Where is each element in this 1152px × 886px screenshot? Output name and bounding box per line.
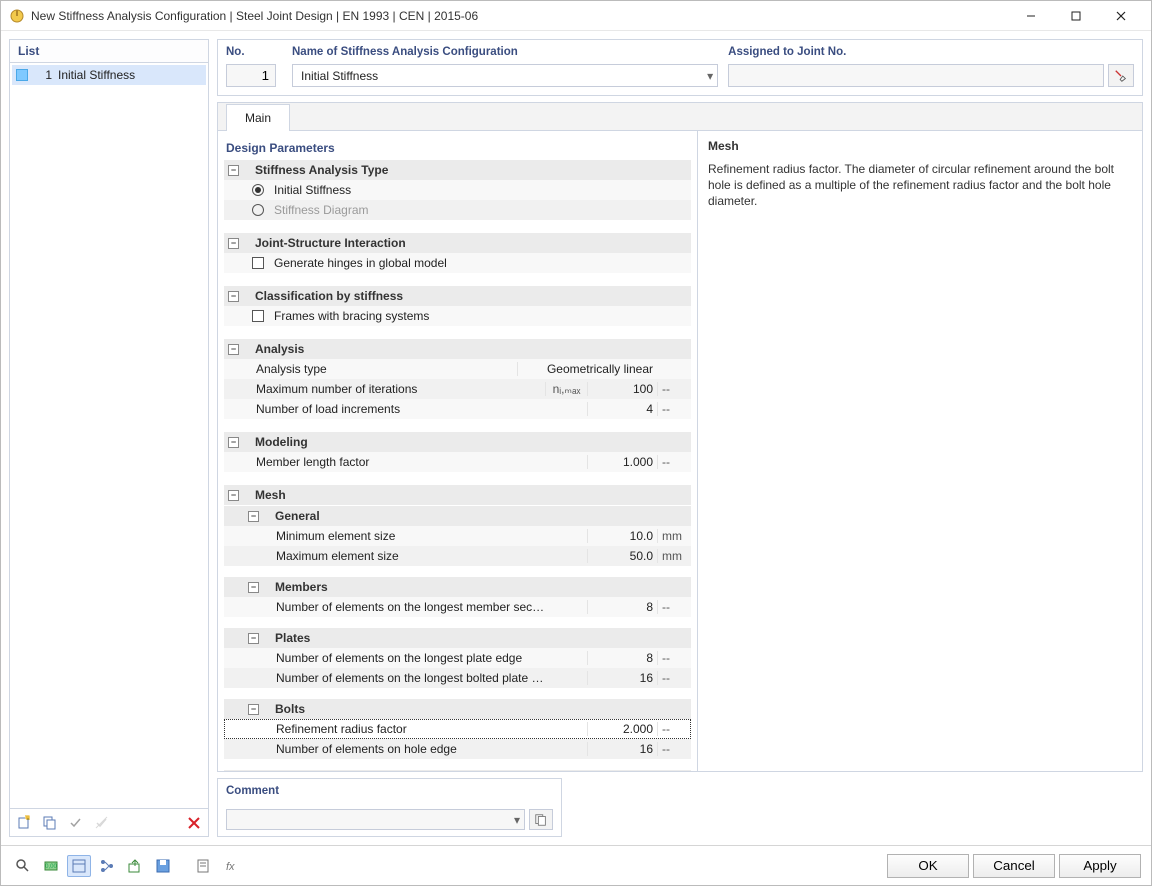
option-stiffness-diagram[interactable]: Stiffness Diagram bbox=[224, 200, 691, 220]
help-heading: Mesh bbox=[708, 139, 1132, 153]
param-bolted-plate-edge-elements[interactable]: Number of elements on the longest bolted… bbox=[224, 668, 691, 688]
subgroup-general[interactable]: −General bbox=[224, 506, 691, 526]
list-item-icon bbox=[16, 69, 28, 81]
subgroup-plates[interactable]: −Plates bbox=[224, 628, 691, 648]
group-analysis[interactable]: −Analysis bbox=[224, 339, 691, 359]
apply-button[interactable]: Apply bbox=[1059, 854, 1141, 878]
collapse-icon: − bbox=[228, 437, 239, 448]
header-fields: No. Name of Stiffness Analysis Configura… bbox=[217, 39, 1143, 96]
list-heading: List bbox=[10, 40, 208, 63]
window-title: New Stiffness Analysis Configuration | S… bbox=[31, 9, 1008, 23]
param-analysis-type[interactable]: Analysis typeGeometrically linear bbox=[224, 359, 691, 379]
app-icon bbox=[9, 8, 25, 24]
subgroup-welds[interactable]: −Welds bbox=[224, 770, 691, 771]
assign-field[interactable] bbox=[728, 64, 1104, 87]
radio-icon bbox=[252, 204, 264, 216]
find-button[interactable] bbox=[11, 855, 35, 877]
tab-main[interactable]: Main bbox=[226, 104, 290, 131]
list-item-label: Initial Stiffness bbox=[58, 68, 135, 82]
list-toolbar bbox=[10, 808, 208, 836]
param-load-increments[interactable]: Number of load increments4-- bbox=[224, 399, 691, 419]
param-member-length-factor[interactable]: Member length factor1.000-- bbox=[224, 452, 691, 472]
option-initial-stiffness[interactable]: Initial Stiffness bbox=[224, 180, 691, 200]
report-button[interactable] bbox=[191, 855, 215, 877]
option-generate-hinges[interactable]: Generate hinges in global model bbox=[224, 253, 691, 273]
collapse-icon: − bbox=[228, 344, 239, 355]
help-text: Refinement radius factor. The diameter o… bbox=[708, 161, 1132, 210]
no-label: No. bbox=[226, 46, 282, 58]
comment-combo[interactable]: ▾ bbox=[226, 809, 525, 830]
subgroup-members[interactable]: −Members bbox=[224, 577, 691, 597]
new-item-button[interactable] bbox=[12, 812, 36, 834]
param-hole-edge-elements[interactable]: Number of elements on hole edge16-- bbox=[224, 739, 691, 759]
export-button[interactable] bbox=[123, 855, 147, 877]
collapse-icon: − bbox=[228, 490, 239, 501]
name-combo[interactable]: Initial Stiffness ▾ bbox=[292, 64, 718, 87]
group-mesh[interactable]: −Mesh bbox=[224, 485, 691, 505]
close-button[interactable] bbox=[1098, 1, 1143, 30]
param-plate-edge-elements[interactable]: Number of elements on the longest plate … bbox=[224, 648, 691, 668]
parameter-grid[interactable]: Design Parameters −Stiffness Analysis Ty… bbox=[218, 131, 698, 771]
svg-text:0,00: 0,00 bbox=[45, 864, 57, 870]
collapse-icon: − bbox=[248, 582, 259, 593]
checkbox-icon bbox=[252, 257, 264, 269]
param-refinement-radius-factor[interactable]: Refinement radius factor2.000-- bbox=[224, 719, 691, 739]
collapse-icon: − bbox=[228, 238, 239, 249]
units-button[interactable]: 0,00 bbox=[39, 855, 63, 877]
group-joint-structure[interactable]: −Joint-Structure Interaction bbox=[224, 233, 691, 253]
group-stiffness-type[interactable]: −Stiffness Analysis Type bbox=[224, 160, 691, 180]
name-label: Name of Stiffness Analysis Configuration bbox=[292, 46, 718, 58]
assign-label: Assigned to Joint No. bbox=[728, 46, 1134, 58]
collapse-icon: − bbox=[248, 704, 259, 715]
checkbox-icon bbox=[252, 310, 264, 322]
view-button[interactable] bbox=[67, 855, 91, 877]
collapse-icon: − bbox=[248, 511, 259, 522]
name-value: Initial Stiffness bbox=[301, 69, 378, 83]
check-item-button[interactable] bbox=[64, 812, 88, 834]
param-member-elements[interactable]: Number of elements on the longest member… bbox=[224, 597, 691, 617]
list-item-number: 1 bbox=[34, 68, 52, 82]
delete-item-button[interactable] bbox=[182, 812, 206, 834]
collapse-icon: − bbox=[228, 165, 239, 176]
script-button[interactable]: fx bbox=[219, 855, 243, 877]
comment-label: Comment bbox=[226, 785, 553, 797]
tab-bar: Main bbox=[217, 102, 1143, 130]
option-frames-bracing[interactable]: Frames with bracing systems bbox=[224, 306, 691, 326]
no-input[interactable] bbox=[226, 64, 276, 87]
config-list[interactable]: 1 Initial Stiffness bbox=[10, 63, 208, 808]
svg-text:fx: fx bbox=[226, 861, 235, 873]
subgroup-bolts[interactable]: −Bolts bbox=[224, 699, 691, 719]
minimize-button[interactable] bbox=[1008, 1, 1053, 30]
cancel-button[interactable]: Cancel bbox=[973, 854, 1055, 878]
collapse-icon: − bbox=[248, 633, 259, 644]
group-modeling[interactable]: −Modeling bbox=[224, 432, 691, 452]
ok-button[interactable]: OK bbox=[887, 854, 969, 878]
list-item[interactable]: 1 Initial Stiffness bbox=[12, 65, 206, 85]
bottom-toolbar: 0,00 fx OK Cancel Apply bbox=[1, 845, 1151, 885]
comment-library-button[interactable] bbox=[529, 809, 553, 830]
chevron-down-icon: ▾ bbox=[514, 813, 520, 827]
maximize-button[interactable] bbox=[1053, 1, 1098, 30]
left-panel: List 1 Initial Stiffness bbox=[9, 39, 209, 837]
radio-icon bbox=[252, 184, 264, 196]
copy-item-button[interactable] bbox=[38, 812, 62, 834]
param-min-element-size[interactable]: Minimum element size10.0mm bbox=[224, 526, 691, 546]
help-panel: Mesh Refinement radius factor. The diame… bbox=[698, 131, 1142, 771]
save-button[interactable] bbox=[151, 855, 175, 877]
tree-button[interactable] bbox=[95, 855, 119, 877]
uncheck-item-button[interactable] bbox=[90, 812, 114, 834]
comment-panel: Comment ▾ bbox=[217, 778, 562, 837]
design-parameters-heading: Design Parameters bbox=[224, 137, 691, 159]
titlebar: New Stiffness Analysis Configuration | S… bbox=[1, 1, 1151, 31]
collapse-icon: − bbox=[228, 291, 239, 302]
group-classification[interactable]: −Classification by stiffness bbox=[224, 286, 691, 306]
chevron-down-icon: ▾ bbox=[707, 69, 713, 83]
param-max-iterations[interactable]: Maximum number of iterationsnᵢ,ₘₐₓ100-- bbox=[224, 379, 691, 399]
pick-joint-button[interactable] bbox=[1108, 64, 1134, 87]
param-max-element-size[interactable]: Maximum element size50.0mm bbox=[224, 546, 691, 566]
